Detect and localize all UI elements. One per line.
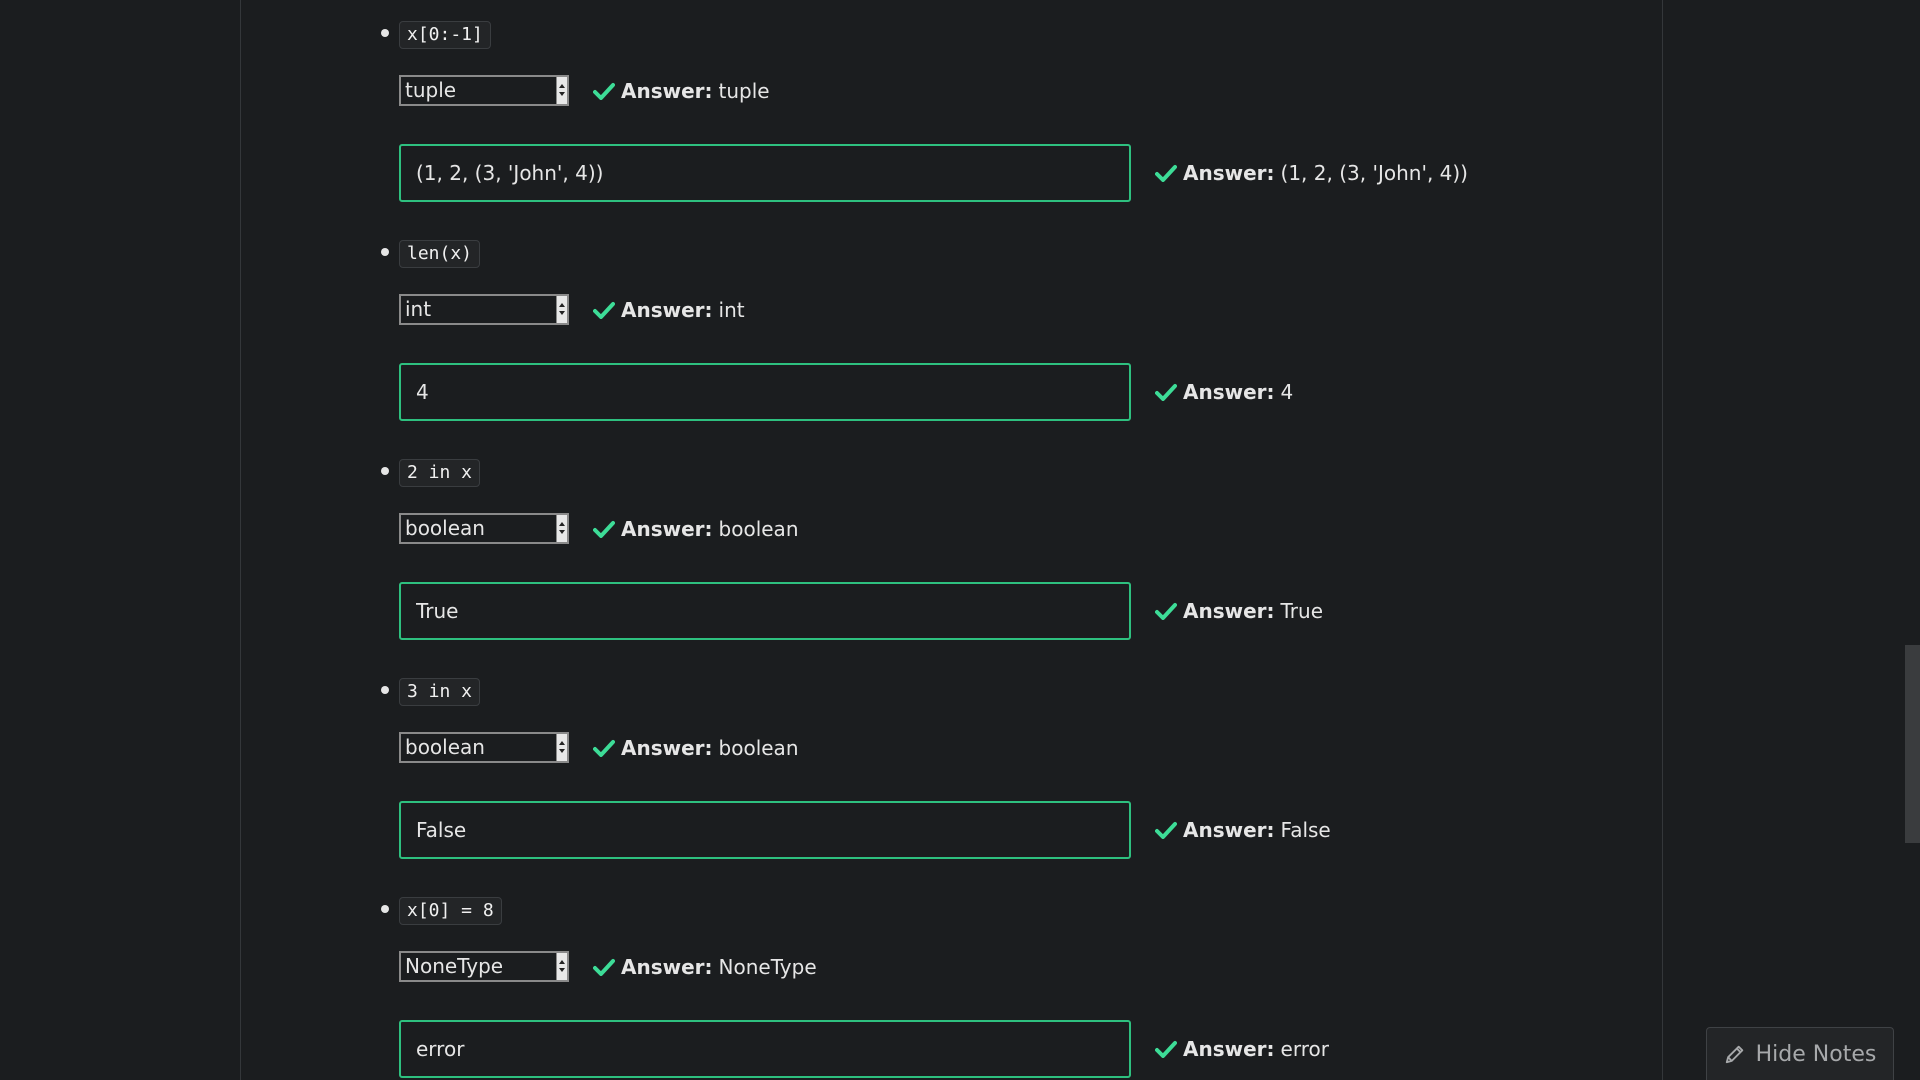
list-bullet <box>381 29 389 37</box>
answer-label: Answer: <box>621 298 713 322</box>
type-select-value: int <box>405 297 432 321</box>
question-item: 3 in x boolean Answer: boolean Answer: F… <box>241 657 1662 876</box>
check-icon <box>1155 165 1177 182</box>
select-arrow-icon <box>556 515 567 542</box>
type-answer-value: tuple <box>718 79 770 103</box>
select-arrow-icon <box>556 953 567 980</box>
type-select-value: tuple <box>405 78 457 102</box>
scrollbar-thumb[interactable] <box>1905 645 1920 843</box>
type-answer-value: boolean <box>718 517 799 541</box>
value-input[interactable] <box>399 801 1131 859</box>
answer-label: Answer: <box>621 517 713 541</box>
value-answer-value: (1, 2, (3, 'John', 4)) <box>1280 161 1468 185</box>
answer-label: Answer: <box>1183 380 1275 404</box>
value-feedback: Answer: error <box>1155 1034 1329 1064</box>
answer-label: Answer: <box>1183 599 1275 623</box>
check-icon <box>593 959 615 976</box>
code-expression: len(x) <box>399 240 481 268</box>
check-icon <box>1155 1041 1177 1058</box>
select-arrow-icon <box>556 296 567 323</box>
value-feedback: Answer: False <box>1155 815 1331 845</box>
list-bullet <box>381 467 389 475</box>
select-arrow-icon <box>556 734 567 761</box>
hide-notes-label: Hide Notes <box>1755 1041 1877 1067</box>
code-expression: x[0] = 8 <box>399 897 502 925</box>
type-select[interactable]: NoneType <box>399 951 569 982</box>
list-bullet <box>381 248 389 256</box>
question-item: len(x) int Answer: int Answer: 4 <box>241 219 1662 438</box>
value-feedback: Answer: True <box>1155 596 1323 626</box>
answer-label: Answer: <box>621 79 713 103</box>
list-bullet <box>381 905 389 913</box>
answer-label: Answer: <box>1183 818 1275 842</box>
check-icon <box>593 302 615 319</box>
pencil-icon <box>1725 1045 1743 1064</box>
type-feedback: Answer: boolean <box>593 514 799 544</box>
check-icon <box>593 740 615 757</box>
value-input[interactable] <box>399 144 1131 202</box>
value-input[interactable] <box>399 582 1131 640</box>
value-feedback: Answer: 4 <box>1155 377 1293 407</box>
value-answer-value: False <box>1280 818 1331 842</box>
check-icon <box>593 521 615 538</box>
answer-label: Answer: <box>1183 1037 1275 1061</box>
answer-label: Answer: <box>621 955 713 979</box>
type-select[interactable]: int <box>399 294 569 325</box>
check-icon <box>1155 384 1177 401</box>
type-select[interactable]: tuple <box>399 75 569 106</box>
type-feedback: Answer: tuple <box>593 76 770 106</box>
type-answer-value: NoneType <box>718 955 817 979</box>
value-answer-value: 4 <box>1280 380 1294 404</box>
list-bullet <box>381 686 389 694</box>
select-arrow-icon <box>556 77 567 104</box>
check-icon <box>1155 603 1177 620</box>
answer-label: Answer: <box>1183 161 1275 185</box>
code-expression: 2 in x <box>399 459 481 487</box>
check-icon <box>593 83 615 100</box>
question-item: 2 in x boolean Answer: boolean Answer: T… <box>241 438 1662 657</box>
code-expression: 3 in x <box>399 678 481 706</box>
type-select-value: NoneType <box>405 954 504 978</box>
type-feedback: Answer: boolean <box>593 733 799 763</box>
value-input[interactable] <box>399 363 1131 421</box>
value-feedback: Answer: (1, 2, (3, 'John', 4)) <box>1155 158 1468 188</box>
page: x[0:-1] tuple Answer: tuple Answer: (1, … <box>0 0 1920 1080</box>
code-expression: x[0:-1] <box>399 21 491 49</box>
value-answer-value: error <box>1280 1037 1329 1061</box>
scrollbar-track[interactable] <box>1905 0 1920 1080</box>
type-select-value: boolean <box>405 735 485 759</box>
check-icon <box>1155 822 1177 839</box>
type-answer-value: boolean <box>718 736 799 760</box>
answer-label: Answer: <box>621 736 713 760</box>
type-answer-value: int <box>718 298 745 322</box>
type-feedback: Answer: int <box>593 295 745 325</box>
type-select[interactable]: boolean <box>399 732 569 763</box>
question-item: x[0:-1] tuple Answer: tuple Answer: (1, … <box>241 0 1662 219</box>
question-item: x[0] = 8 NoneType Answer: NoneType Answe… <box>241 876 1662 1080</box>
value-input[interactable] <box>399 1020 1131 1078</box>
hide-notes-button[interactable]: Hide Notes <box>1706 1027 1894 1080</box>
type-select[interactable]: boolean <box>399 513 569 544</box>
type-select-value: boolean <box>405 516 485 540</box>
notes-content-column: x[0:-1] tuple Answer: tuple Answer: (1, … <box>240 0 1663 1080</box>
value-answer-value: True <box>1280 599 1324 623</box>
type-feedback: Answer: NoneType <box>593 952 817 982</box>
